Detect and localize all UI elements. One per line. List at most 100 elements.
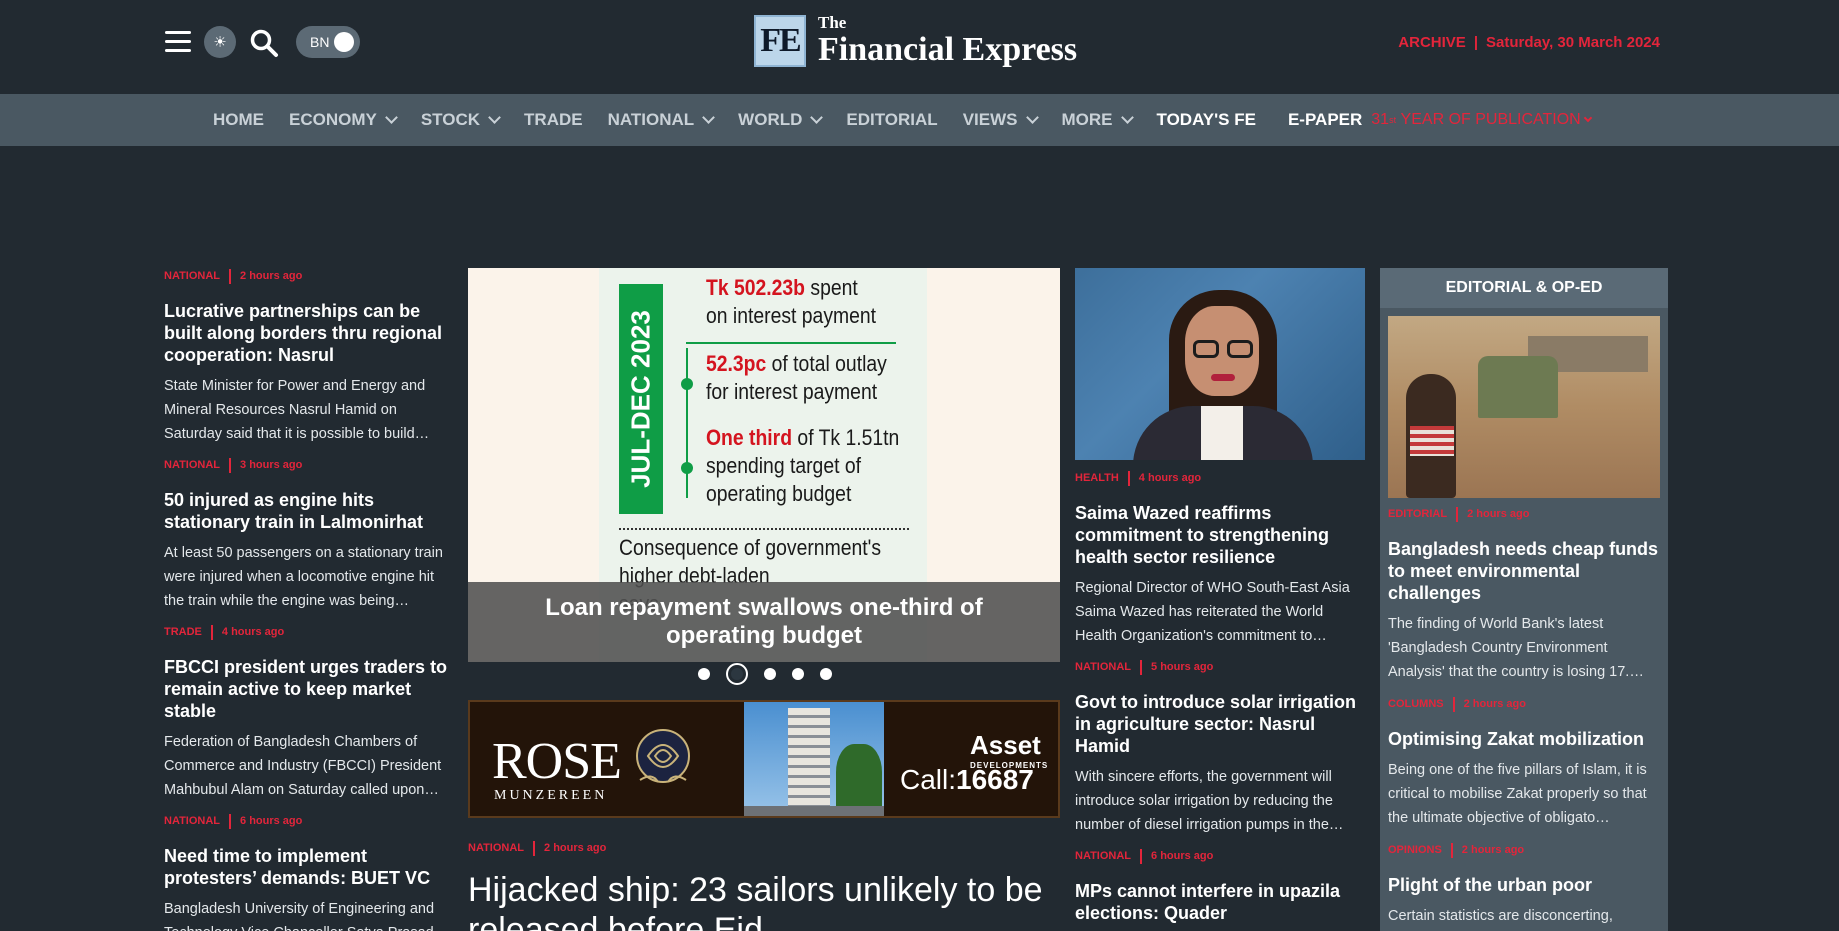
- story-headline[interactable]: Plight of the urban poor: [1388, 874, 1664, 896]
- category-tag[interactable]: NATIONAL: [1075, 661, 1131, 673]
- latest-news-column: NATIONAL 2 hours ago Lucrative partnershi…: [164, 268, 449, 931]
- anniversary-number: 31: [1371, 111, 1390, 128]
- top-stories-column: HEALTH 4 hours ago Saima Wazed reaffirms …: [1075, 268, 1365, 931]
- nav-views[interactable]: VIEWS: [963, 110, 1039, 130]
- story-summary: State Minister for Power and Energy and …: [164, 378, 430, 442]
- news-item[interactable]: COLUMNS 2 hours ago Optimising Zakat mobi…: [1388, 696, 1664, 830]
- slider-dot-active[interactable]: [726, 663, 748, 685]
- search-icon[interactable]: [249, 28, 279, 58]
- infographic-fact: One third of Tk 1.51tn spending target of…: [706, 425, 900, 506]
- ad-brand-sub: MUNZEREEN: [494, 788, 608, 803]
- category-tag[interactable]: NATIONAL: [164, 270, 220, 282]
- story-headline[interactable]: Bangladesh needs cheap funds to meet env…: [1388, 538, 1664, 604]
- editorial-sidebar: EDITORIAL & OP-ED EDITORIAL 2 hours ago B…: [1380, 268, 1668, 931]
- category-tag[interactable]: NATIONAL: [164, 815, 220, 827]
- nav-national[interactable]: NATIONAL: [608, 110, 716, 130]
- category-tag[interactable]: NATIONAL: [1075, 850, 1131, 862]
- category-tag[interactable]: HEALTH: [1075, 472, 1119, 484]
- site-logo[interactable]: FE The Financial Express: [754, 14, 1077, 67]
- category-tag[interactable]: TRADE: [164, 626, 202, 638]
- nav-e-paper[interactable]: E-PAPER: [1288, 110, 1362, 130]
- lead-story-headline[interactable]: Hijacked ship: 23 sailors unlikely to be…: [468, 870, 1068, 931]
- news-item[interactable]: EDITORIAL 2 hours ago Bangladesh needs ch…: [1388, 506, 1664, 684]
- section-title[interactable]: EDITORIAL & OP-ED: [1380, 268, 1668, 308]
- timestamp: 6 hours ago: [240, 815, 303, 827]
- story-headline[interactable]: 50 injured as engine hits stationary tra…: [164, 489, 449, 533]
- nav-more[interactable]: MORE: [1062, 110, 1134, 130]
- category-tag[interactable]: OPINIONS: [1388, 844, 1442, 856]
- nav-world[interactable]: WORLD: [738, 110, 824, 130]
- news-item[interactable]: NATIONAL 6 hours ago MPs cannot interfere…: [1075, 848, 1365, 924]
- slide-caption[interactable]: Loan repayment swallows one-third of ope…: [468, 582, 1060, 662]
- category-tag[interactable]: NATIONAL: [468, 842, 524, 854]
- category-tag[interactable]: EDITORIAL: [1388, 508, 1447, 520]
- story-headline[interactable]: Lucrative partnerships can be built alon…: [164, 300, 449, 366]
- infographic-period-band: JUL-DEC 2023: [619, 284, 663, 514]
- nav-trade[interactable]: TRADE: [524, 110, 583, 130]
- timeline-dot: [681, 378, 693, 390]
- story-headline[interactable]: Optimising Zakat mobilization: [1388, 728, 1664, 750]
- story-headline[interactable]: Govt to introduce solar irrigation in ag…: [1075, 691, 1365, 757]
- news-item[interactable]: NATIONAL 5 hours ago Govt to introduce so…: [1075, 659, 1365, 837]
- logo-wordmark: The Financial Express: [818, 14, 1077, 67]
- slider-dot[interactable]: [820, 668, 832, 680]
- news-item[interactable]: HEALTH 4 hours ago Saima Wazed reaffirms …: [1075, 470, 1365, 648]
- story-summary: The finding of World Bank's latest 'Bang…: [1388, 616, 1644, 680]
- timestamp: 3 hours ago: [240, 459, 303, 471]
- slider-dot[interactable]: [764, 668, 776, 680]
- story-summary: At least 50 passengers on a stationary t…: [164, 545, 443, 609]
- news-item[interactable]: TRADE 4 hours ago FBCCI president urges t…: [164, 624, 449, 802]
- story-meta: EDITORIAL 2 hours ago: [1388, 506, 1664, 522]
- story-headline[interactable]: Saima Wazed reaffirms commitment to stre…: [1075, 502, 1365, 568]
- slider-dot[interactable]: [792, 668, 804, 680]
- story-summary: Bangladesh University of Engineering and…: [164, 901, 448, 931]
- toggle-knob: [334, 32, 354, 52]
- story-meta: NATIONAL 6 hours ago: [164, 813, 449, 829]
- news-item[interactable]: NATIONAL 2 hours ago Lucrative partnershi…: [164, 268, 449, 446]
- news-item[interactable]: OPINIONS 2 hours ago Plight of the urban …: [1388, 842, 1664, 928]
- category-tag[interactable]: COLUMNS: [1388, 698, 1444, 710]
- category-tag[interactable]: NATIONAL: [164, 459, 220, 471]
- story-headline[interactable]: Need time to implement protesters’ deman…: [164, 845, 449, 889]
- ad-call-number: 16687: [956, 764, 1034, 795]
- language-toggle[interactable]: BN: [296, 26, 360, 58]
- timestamp: 4 hours ago: [221, 626, 285, 638]
- infographic-fact: 52.3pc of total outlay for interest payme…: [706, 351, 887, 404]
- nav-stock[interactable]: STOCK: [421, 110, 501, 130]
- anniversary-menu[interactable]: 31st YEAR OF PUBLICATION: [1371, 111, 1592, 129]
- timestamp: 4 hours ago: [1138, 472, 1202, 484]
- timestamp: 2 hours ago: [1463, 698, 1526, 710]
- story-photo[interactable]: [1075, 268, 1365, 460]
- slider-dot[interactable]: [698, 668, 710, 680]
- story-headline[interactable]: FBCCI president urges traders to remain …: [164, 656, 449, 722]
- chevron-down-icon: [1120, 111, 1134, 124]
- infographic-period: JUL-DEC 2023: [625, 310, 656, 488]
- nav-todays-fe[interactable]: TODAY'S FE: [1157, 110, 1256, 130]
- timestamp: 2 hours ago: [240, 270, 303, 282]
- story-meta: COLUMNS 2 hours ago: [1388, 696, 1664, 712]
- logo-the: The: [818, 13, 847, 32]
- story-meta: HEALTH 4 hours ago: [1075, 470, 1365, 486]
- site-header: ☀ BN FE The Financial Express ARCHIVE | Sa…: [0, 0, 1839, 94]
- sun-icon: ☀: [213, 34, 227, 51]
- news-item[interactable]: NATIONAL 6 hours ago Need time to impleme…: [164, 813, 449, 931]
- theme-toggle-icon[interactable]: ☀: [204, 26, 236, 58]
- timestamp: 5 hours ago: [1151, 661, 1214, 673]
- timeline-top: [686, 342, 896, 344]
- timeline: [686, 348, 688, 498]
- news-item[interactable]: NATIONAL 3 hours ago 50 injured as engine…: [164, 457, 449, 613]
- slide-caption-text[interactable]: Loan repayment swallows one-third of ope…: [528, 594, 1000, 650]
- featured-slider[interactable]: JUL-DEC 2023 Tk 502.23b spent on interest…: [468, 268, 1060, 662]
- nav-editorial[interactable]: EDITORIAL: [846, 110, 937, 130]
- editorial-photo[interactable]: [1388, 316, 1660, 498]
- menu-icon[interactable]: [165, 31, 191, 53]
- nav-economy[interactable]: ECONOMY: [289, 110, 398, 130]
- archive-link[interactable]: ARCHIVE: [1398, 34, 1466, 51]
- nav-home[interactable]: HOME: [213, 110, 264, 130]
- advertisement-banner[interactable]: ROSE MUNZEREEN Asset DEVELOPMENTS Call:16…: [468, 700, 1060, 818]
- story-headline[interactable]: MPs cannot interfere in upazila election…: [1075, 880, 1365, 924]
- ad-call-label: Call:: [900, 764, 957, 795]
- timeline-dot: [681, 462, 693, 474]
- story-summary: With sincere efforts, the government wil…: [1075, 769, 1344, 833]
- story-summary: Federation of Bangladesh Chambers of Com…: [164, 734, 442, 798]
